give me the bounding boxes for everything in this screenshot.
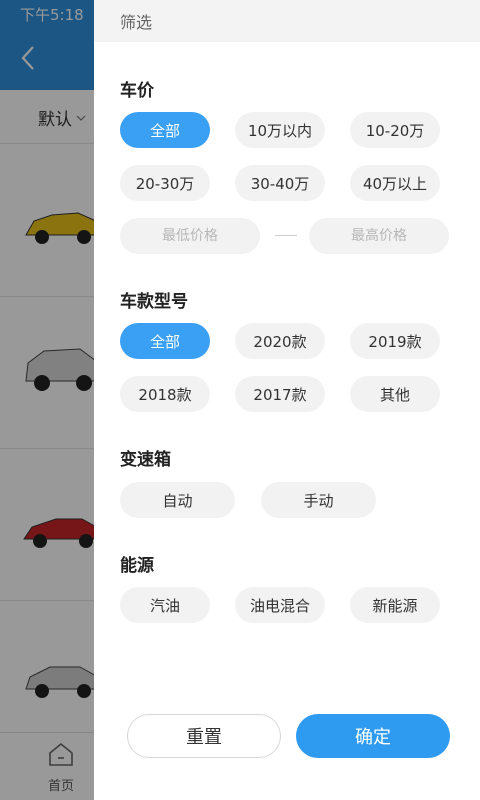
price-option-under-10w[interactable]: 10万以内 [235,112,325,148]
model-year-option-other[interactable]: 其他 [350,376,440,412]
drawer-title: 筛选 [120,13,153,32]
price-option-20-30w[interactable]: 20-30万 [120,165,210,201]
gearbox-option-manual[interactable]: 手动 [261,482,376,518]
model-year-option-2017[interactable]: 2017款 [235,376,325,412]
energy-option-hybrid[interactable]: 油电混合 [235,587,325,623]
model-year-option-all[interactable]: 全部 [120,323,210,359]
max-price-input[interactable] [309,218,449,254]
section-title-energy: 能源 [120,556,154,576]
energy-option-gasoline[interactable]: 汽油 [120,587,210,623]
section-title-gearbox: 变速箱 [120,450,171,470]
model-year-option-2020[interactable]: 2020款 [235,323,325,359]
energy-option-new-energy[interactable]: 新能源 [350,587,440,623]
filter-drawer: 筛选 车价 全部 10万以内 10-20万 20-30万 30-40万 40万以… [94,0,480,800]
min-price-input[interactable] [120,218,260,254]
confirm-button[interactable]: 确定 [296,714,450,758]
drawer-header: 筛选 [94,0,480,42]
section-title-model-year: 车款型号 [120,292,188,312]
model-year-option-2019[interactable]: 2019款 [350,323,440,359]
price-range-dash [275,235,297,236]
gearbox-option-auto[interactable]: 自动 [120,482,235,518]
section-title-price: 车价 [120,81,154,101]
model-year-option-2018[interactable]: 2018款 [120,376,210,412]
price-option-all[interactable]: 全部 [120,112,210,148]
price-option-over-40w[interactable]: 40万以上 [350,165,440,201]
price-option-30-40w[interactable]: 30-40万 [235,165,325,201]
price-option-10-20w[interactable]: 10-20万 [350,112,440,148]
reset-button[interactable]: 重置 [127,714,281,758]
